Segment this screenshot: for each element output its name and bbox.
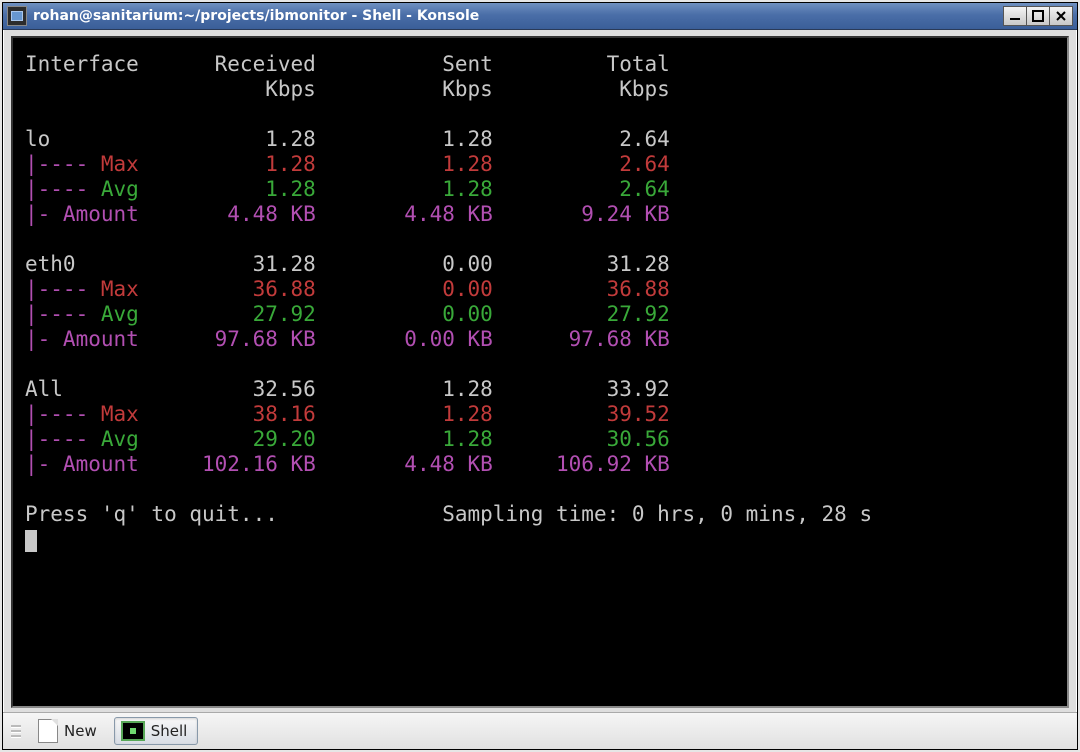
- new-tab-button[interactable]: New: [31, 715, 108, 747]
- document-icon: [38, 719, 58, 743]
- shell-icon: [121, 721, 145, 741]
- toolbar-grip-icon: [11, 725, 21, 738]
- bottom-toolbar: New Shell: [3, 712, 1077, 749]
- shell-label: Shell: [151, 722, 188, 740]
- titlebar[interactable]: rohan@sanitarium:~/projects/ibmonitor - …: [3, 3, 1077, 30]
- minimize-icon: [1009, 10, 1021, 22]
- close-icon: [1055, 10, 1067, 22]
- konsole-window: rohan@sanitarium:~/projects/ibmonitor - …: [2, 2, 1078, 750]
- maximize-icon: [1032, 10, 1044, 22]
- new-label: New: [64, 722, 97, 740]
- terminal-content: Interface Received Sent Total Kbps Kbps …: [25, 52, 1055, 552]
- shell-tab-button[interactable]: Shell: [114, 717, 199, 745]
- window-title: rohan@sanitarium:~/projects/ibmonitor - …: [33, 8, 1004, 24]
- konsole-app-icon: [7, 6, 27, 26]
- terminal-area[interactable]: Interface Received Sent Total Kbps Kbps …: [11, 36, 1069, 708]
- close-button[interactable]: [1049, 6, 1073, 26]
- terminal-cursor: [25, 530, 37, 552]
- minimize-button[interactable]: [1003, 6, 1027, 26]
- maximize-button[interactable]: [1026, 6, 1050, 26]
- window-controls: [1004, 6, 1073, 26]
